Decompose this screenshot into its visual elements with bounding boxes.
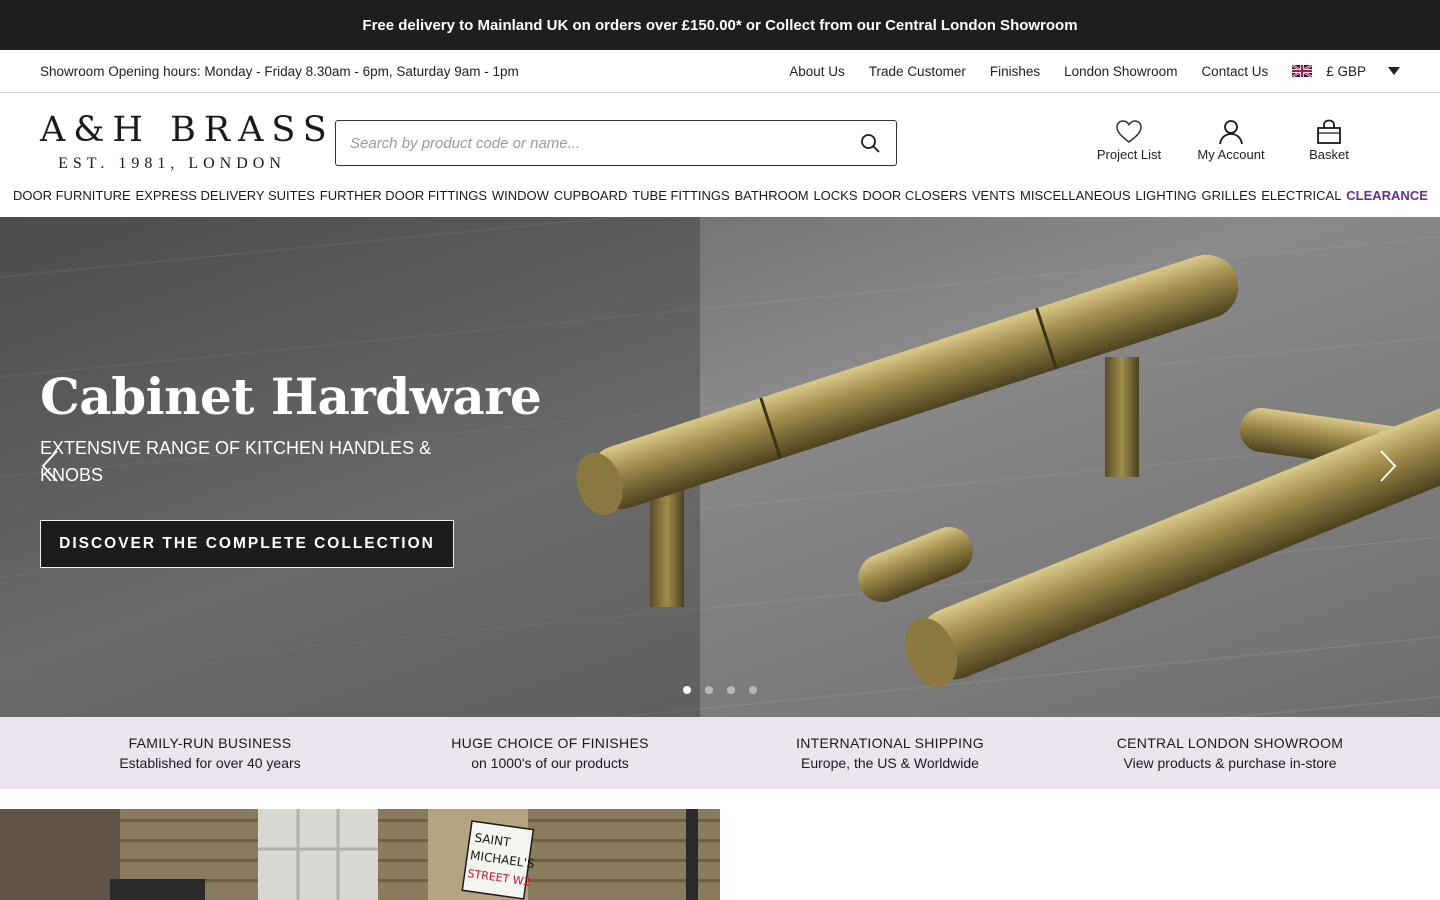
link-about-us[interactable]: About Us: [789, 64, 845, 79]
logo-tagline: EST. 1981, LONDON: [58, 155, 286, 172]
showroom-hours: Showroom Opening hours: Monday - Friday …: [40, 63, 519, 79]
site-logo[interactable]: A&H BRASS EST. 1981, LONDON: [40, 110, 335, 173]
search-input[interactable]: [336, 121, 844, 165]
slide-dot-4[interactable]: [749, 686, 757, 694]
nav-lighting[interactable]: LIGHTING: [1135, 188, 1196, 203]
nav-express-delivery-suites[interactable]: EXPRESS DELIVERY SUITES: [136, 188, 315, 203]
logo-wordmark: A&H BRASS: [40, 110, 335, 150]
nav-further-door-fittings[interactable]: FURTHER DOOR FITTINGS: [320, 188, 487, 203]
usp-title: FAMILY-RUN BUSINESS: [128, 735, 292, 751]
link-finishes[interactable]: Finishes: [990, 64, 1040, 79]
usp-title: HUGE CHOICE OF FINISHES: [451, 735, 649, 751]
discover-collection-button[interactable]: DISCOVER THE COMPLETE COLLECTION: [40, 520, 454, 568]
hero-title: Cabinet Hardware: [40, 367, 542, 426]
usp-item: INTERNATIONAL SHIPPING Europe, the US & …: [720, 717, 1060, 789]
nav-door-closers[interactable]: DOOR CLOSERS: [862, 188, 967, 203]
uk-flag-icon: [1292, 65, 1313, 77]
basket-label: Basket: [1309, 147, 1349, 162]
usp-title: INTERNATIONAL SHIPPING: [796, 735, 984, 751]
link-london-showroom[interactable]: London Showroom: [1064, 64, 1177, 79]
chevron-right-icon[interactable]: [1378, 449, 1398, 483]
nav-electrical[interactable]: ELECTRICAL: [1261, 188, 1341, 203]
nav-grilles[interactable]: GRILLES: [1202, 188, 1257, 203]
user-icon: [1219, 120, 1243, 145]
usp-desc: Europe, the US & Worldwide: [801, 755, 979, 771]
hero-slider: Cabinet Hardware EXTENSIVE RANGE OF KITC…: [0, 217, 1440, 717]
usp-desc: Established for over 40 years: [119, 755, 301, 771]
utility-bar: Showroom Opening hours: Monday - Friday …: [0, 50, 1440, 93]
header-actions: Project List My Account Basket: [1090, 119, 1364, 162]
nav-window[interactable]: WINDOW: [492, 188, 549, 203]
chevron-left-icon[interactable]: [40, 449, 60, 483]
link-contact-us[interactable]: Contact Us: [1201, 64, 1268, 79]
nav-door-furniture[interactable]: DOOR FURNITURE: [13, 188, 131, 203]
heart-icon: [1116, 120, 1142, 143]
site-header: A&H BRASS EST. 1981, LONDON Project List…: [0, 93, 1440, 188]
slide-dot-2[interactable]: [705, 686, 713, 694]
slider-dots: [683, 686, 757, 694]
currency-label: £ GBP: [1326, 63, 1366, 79]
usp-title: CENTRAL LONDON SHOWROOM: [1116, 735, 1344, 751]
hero-subtitle: EXTENSIVE RANGE OF KITCHEN HANDLES & KNO…: [40, 438, 432, 485]
link-trade-customer[interactable]: Trade Customer: [869, 64, 966, 79]
basket-button[interactable]: Basket: [1294, 119, 1364, 162]
showroom-image: SAINT MICHAEL'S STREET W2: [0, 809, 720, 900]
currency-selector[interactable]: £ GBP: [1292, 64, 1400, 79]
nav-vents[interactable]: VENTS: [972, 188, 1015, 203]
category-nav: DOOR FURNITURE EXPRESS DELIVERY SUITES F…: [0, 188, 1440, 218]
usp-band: FAMILY-RUN BUSINESS Established for over…: [0, 717, 1440, 789]
slide-dot-3[interactable]: [727, 686, 735, 694]
search-button[interactable]: [844, 121, 896, 165]
usp-item: HUGE CHOICE OF FINISHES on 1000's of our…: [380, 717, 720, 789]
search-icon: [861, 134, 880, 153]
search-box: [335, 120, 897, 166]
utility-links: About Us Trade Customer Finishes London …: [789, 64, 1400, 79]
nav-clearance[interactable]: CLEARANCE: [1346, 188, 1428, 203]
nav-cupboard[interactable]: CUPBOARD: [554, 188, 628, 203]
nav-tube-fittings[interactable]: TUBE FITTINGS: [632, 188, 730, 203]
project-list-button[interactable]: Project List: [1090, 119, 1168, 162]
shopping-bag-icon: [1317, 119, 1341, 144]
nav-bathroom[interactable]: BATHROOM: [734, 188, 808, 203]
showroom-photo[interactable]: SAINT MICHAEL'S STREET W2: [0, 809, 720, 900]
usp-item: CENTRAL LONDON SHOWROOM View products & …: [1060, 717, 1400, 789]
my-account-button[interactable]: My Account: [1188, 119, 1274, 162]
my-account-label: My Account: [1197, 147, 1265, 162]
usp-item: FAMILY-RUN BUSINESS Established for over…: [40, 717, 380, 789]
promo-text: Free delivery to Mainland UK on orders o…: [362, 16, 1078, 34]
nav-miscellaneous[interactable]: MISCELLANEOUS: [1020, 188, 1131, 203]
usp-desc: on 1000's of our products: [471, 755, 629, 771]
usp-desc: View products & purchase in-store: [1123, 755, 1337, 771]
slide-dot-1[interactable]: [683, 686, 691, 694]
project-list-label: Project List: [1096, 147, 1162, 162]
chevron-down-icon: [1388, 67, 1400, 75]
promo-bar: Free delivery to Mainland UK on orders o…: [0, 0, 1440, 50]
nav-locks[interactable]: LOCKS: [813, 188, 857, 203]
